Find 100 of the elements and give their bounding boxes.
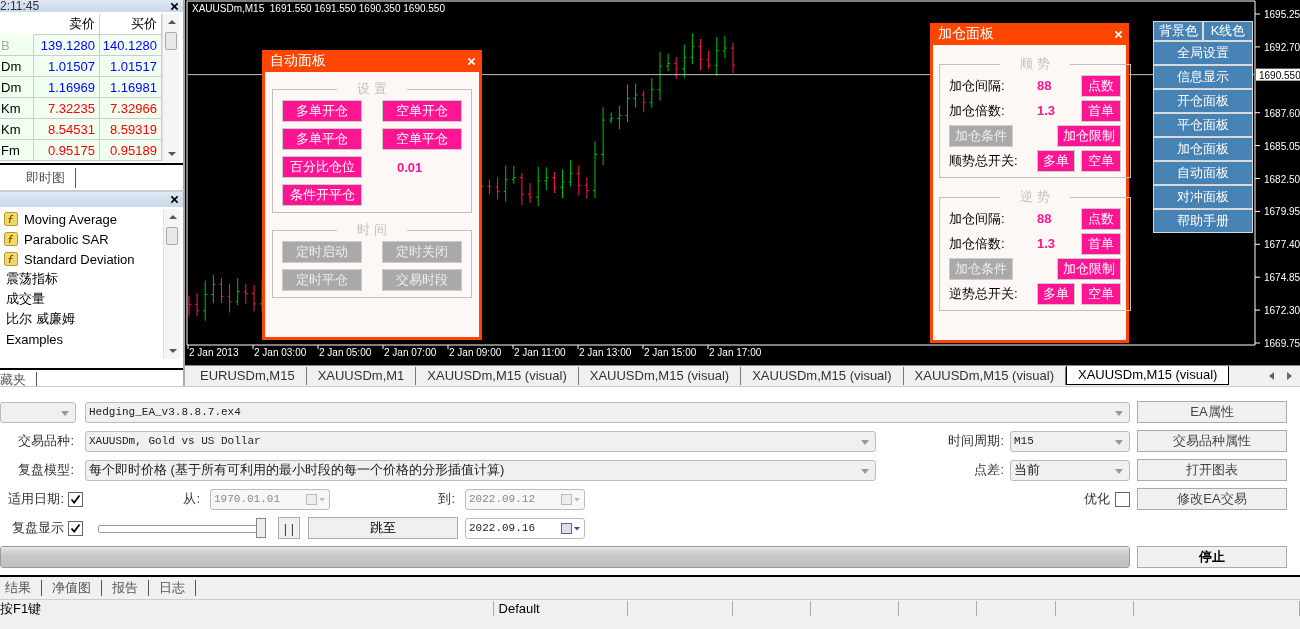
symbol-cell: Dm bbox=[0, 77, 34, 98]
navigator-item[interactable]: 成交量 bbox=[6, 290, 45, 308]
dropdown-field[interactable]: Hedging_EA_v3.8.8.7.ex4 bbox=[85, 401, 1130, 423]
panel-button[interactable]: 空单 bbox=[1081, 149, 1121, 172]
scroll-right-icon[interactable] bbox=[1287, 372, 1292, 380]
chart-tab[interactable]: XAUUSDm,M15 (visual) bbox=[1066, 366, 1230, 385]
panel-button[interactable]: 点数 bbox=[1081, 74, 1121, 97]
price-cell: 1.01517 bbox=[100, 56, 162, 77]
panel-button[interactable]: 加仓限制 bbox=[1057, 124, 1121, 147]
menu-button[interactable]: 信息显示 bbox=[1153, 65, 1253, 89]
value-text: 88 bbox=[1037, 211, 1053, 226]
chart-tab[interactable]: XAUUSDm,M1 bbox=[306, 367, 417, 385]
panel-button[interactable]: 点数 bbox=[1081, 207, 1121, 230]
field-label: 优化 bbox=[1083, 490, 1110, 508]
panel-button[interactable]: 多单开仓 bbox=[282, 100, 362, 122]
chart-tab[interactable]: XAUUSDm,M15 (visual) bbox=[578, 367, 742, 385]
dropdown-field[interactable]: 每个即时价格 (基于所有可利用的最小时段的每一个价格的分形插值计算) bbox=[85, 459, 876, 481]
symbol-cell: B bbox=[0, 35, 34, 56]
panel-button[interactable]: 多单平仓 bbox=[282, 128, 362, 150]
value-text: 0.01 bbox=[396, 159, 424, 175]
price-tick: 1674.85 bbox=[1254, 272, 1300, 284]
tester-button[interactable]: 交易品种属性 bbox=[1137, 430, 1287, 452]
field-label: 交易品种: bbox=[17, 432, 74, 450]
column-header[interactable]: 买价 bbox=[100, 14, 162, 35]
close-icon[interactable] bbox=[170, 195, 179, 204]
tester-button[interactable]: EA属性 bbox=[1137, 401, 1287, 423]
menu-button[interactable]: 加仓面板 bbox=[1153, 137, 1253, 161]
menu-button[interactable]: 平仓面板 bbox=[1153, 113, 1253, 137]
status-text: Default bbox=[493, 601, 628, 616]
tester-button[interactable]: 修改EA交易 bbox=[1137, 488, 1287, 510]
tester-button[interactable]: 打开图表 bbox=[1137, 459, 1287, 481]
panel-button[interactable]: 首单 bbox=[1081, 232, 1121, 255]
panel-title: 自动面板 bbox=[270, 52, 326, 70]
tester-button[interactable]: | | bbox=[278, 517, 300, 539]
field-label: 从: bbox=[182, 490, 200, 508]
menu-button[interactable]: 全局设置 bbox=[1153, 41, 1253, 65]
tester-button[interactable]: 跳至 bbox=[308, 517, 458, 539]
panel-title: 加仓面板 bbox=[938, 25, 994, 43]
panel-button[interactable]: 空单 bbox=[1081, 282, 1121, 305]
price-cell: 140.1280 bbox=[100, 35, 162, 56]
chart-tab[interactable]: EURUSDm,M15 bbox=[189, 367, 307, 385]
navigator-item[interactable]: Examples bbox=[6, 331, 64, 347]
checkbox[interactable] bbox=[1115, 491, 1130, 507]
dropdown-field[interactable]: 当前 bbox=[1010, 459, 1130, 481]
time-tick: 2 Jan 11:00 bbox=[512, 344, 566, 358]
calendar-icon bbox=[561, 522, 581, 534]
panel-button[interactable]: 空单开仓 bbox=[382, 100, 462, 122]
menu-button[interactable]: 对冲面板 bbox=[1153, 185, 1253, 209]
navigator-item[interactable]: 比尔 威廉姆 bbox=[6, 310, 75, 328]
tester-tab[interactable]: 报告 bbox=[112, 580, 149, 596]
chart-tab[interactable]: XAUUSDm,M15 (visual) bbox=[416, 367, 579, 385]
price-cell: 139.1280 bbox=[34, 35, 100, 56]
price-cell: 7.32966 bbox=[100, 98, 162, 119]
column-header[interactable]: 卖价 bbox=[34, 14, 100, 35]
navigator-item[interactable]: Standard Deviation bbox=[24, 251, 135, 267]
section-legend: 逆 势 bbox=[1000, 190, 1070, 204]
color-button[interactable]: 背景色 bbox=[1153, 21, 1203, 41]
scrollbar[interactable] bbox=[162, 14, 179, 162]
menu-button[interactable]: 自动面板 bbox=[1153, 161, 1253, 185]
panel-button[interactable]: 百分比仓位 bbox=[282, 156, 362, 178]
price-cell: 1.01507 bbox=[34, 56, 100, 77]
navigator-item[interactable]: 震荡指标 bbox=[6, 270, 58, 288]
chart-tab[interactable]: XAUUSDm,M15 (visual) bbox=[741, 367, 904, 385]
status-text: 按F1键 bbox=[0, 601, 494, 616]
clock-time: 2:11:45 bbox=[0, 0, 40, 12]
panel-button[interactable]: 多单 bbox=[1037, 149, 1075, 172]
tester-tab[interactable]: 结果 bbox=[5, 580, 42, 596]
speed-slider[interactable] bbox=[98, 518, 266, 538]
checkbox[interactable] bbox=[68, 491, 83, 507]
menu-button[interactable]: 帮助手册 bbox=[1153, 209, 1253, 233]
panel-button[interactable]: 首单 bbox=[1081, 99, 1121, 122]
date-field[interactable]: 2022.09.16 bbox=[465, 517, 585, 539]
color-button[interactable]: K线色 bbox=[1203, 21, 1253, 41]
tester-tab[interactable]: 净值图 bbox=[52, 580, 102, 596]
section-legend: 顺 势 bbox=[1000, 57, 1070, 71]
menu-button[interactable]: 开仓面板 bbox=[1153, 89, 1253, 113]
tab[interactable]: 即时图 bbox=[16, 168, 76, 188]
checkbox[interactable] bbox=[68, 520, 83, 536]
symbol-cell: Km bbox=[0, 98, 34, 119]
close-icon[interactable] bbox=[170, 1, 179, 11]
section-legend: 设 置 bbox=[337, 82, 407, 96]
panel-button[interactable]: 条件开平仓 bbox=[282, 184, 362, 206]
panel-button[interactable]: 多单 bbox=[1037, 282, 1075, 305]
time-tick: 2 Jan 07:00 bbox=[382, 344, 437, 358]
dropdown-field[interactable]: M15 bbox=[1010, 430, 1130, 452]
scroll-left-icon[interactable] bbox=[1269, 372, 1274, 380]
navigator-item[interactable]: Moving Average bbox=[24, 211, 117, 227]
value-text: 88 bbox=[1037, 78, 1053, 93]
tester-tab[interactable]: 日志 bbox=[159, 580, 196, 596]
navigator-item[interactable]: Parabolic SAR bbox=[24, 231, 109, 247]
scrollbar[interactable] bbox=[163, 209, 180, 359]
price-tick: 1672.30 bbox=[1254, 305, 1300, 317]
tester-button[interactable]: 停止 bbox=[1137, 546, 1287, 568]
price-tick: 1695.25 bbox=[1254, 9, 1300, 20]
panel-button[interactable]: 空单平仓 bbox=[382, 128, 462, 150]
panel-button[interactable]: 加仓限制 bbox=[1057, 257, 1121, 280]
time-tick: 2 Jan 2013 bbox=[187, 344, 239, 358]
dropdown-field[interactable]: XAUUSDm, Gold vs US Dollar bbox=[85, 430, 876, 452]
dropdown-field[interactable] bbox=[0, 401, 76, 423]
slider-thumb[interactable] bbox=[256, 518, 266, 538]
